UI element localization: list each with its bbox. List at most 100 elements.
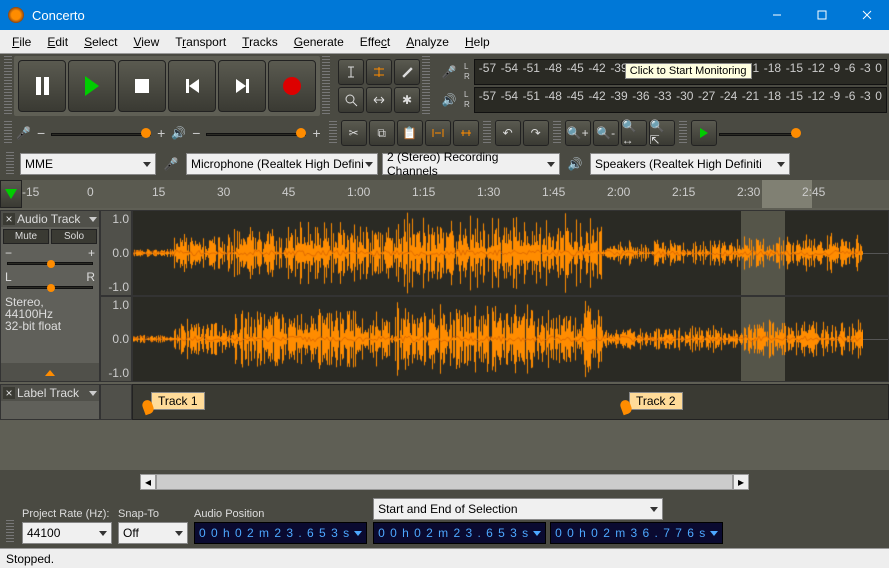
copy-button[interactable]: ⧉ [369,120,395,146]
label-text[interactable]: Track 1 [151,392,205,410]
app-icon [8,7,24,23]
toolbar-grip[interactable] [422,56,430,116]
scroll-left-button[interactable]: ◂ [140,474,156,490]
toolbar-grip[interactable] [6,520,14,544]
label-gutter [100,384,132,420]
label-text[interactable]: Track 2 [629,392,683,410]
timeline-ruler[interactable]: -1501530451:001:151:301:452:002:152:302:… [22,180,889,208]
toolbar-grip[interactable] [4,56,12,116]
snap-to-select[interactable]: Off [118,522,188,544]
gain-slider[interactable] [7,262,93,268]
toolbar-grip[interactable] [679,121,687,145]
fit-project-button[interactable]: 🔍⇱ [649,120,675,146]
menu-file[interactable]: File [4,32,39,52]
recording-device-select[interactable]: Microphone (Realtek High Defini [186,153,378,175]
waveform-left[interactable] [132,210,889,296]
toolbar-grip[interactable] [322,56,330,116]
track-close-button[interactable]: × [3,213,15,225]
audio-host-select[interactable]: MME [20,153,156,175]
selection-toolbar: Project Rate (Hz): 44100 Snap-To Off Aud… [0,494,889,548]
menu-generate[interactable]: Generate [286,32,352,52]
playback-volume-slider[interactable] [206,123,306,143]
zoom-tool[interactable] [338,87,364,113]
menu-transport[interactable]: Transport [167,32,234,52]
snap-to-label: Snap-To [118,508,188,520]
toolbar-grip[interactable] [6,152,14,176]
horizontal-scrollbar[interactable]: ◂ ▸ [140,474,749,490]
zoom-out-button[interactable]: 🔍- [593,120,619,146]
label-track: × Label Track Track 1 Track 2 [0,384,889,420]
track-collapse-button[interactable] [1,363,99,381]
menu-select[interactable]: Select [76,32,125,52]
audio-position-field[interactable]: 0 0 h 0 2 m 2 3 . 6 5 3 s [194,522,367,544]
skip-end-button[interactable] [218,60,266,112]
redo-button[interactable]: ↷ [523,120,549,146]
vertical-scale[interactable]: 1.00.0-1.0 [100,210,132,296]
project-rate-select[interactable]: 44100 [22,522,112,544]
recording-meter[interactable]: -57-54-51-48-45-42-39-36-33-30-27-24-21-… [474,59,887,85]
timeshift-tool[interactable] [366,87,392,113]
maximize-button[interactable] [799,0,844,30]
waveform-right[interactable] [132,296,889,382]
draw-tool[interactable] [394,59,420,85]
selection-tool[interactable] [338,59,364,85]
menu-tracks[interactable]: Tracks [234,32,286,52]
menu-help[interactable]: Help [457,32,498,52]
playback-meter[interactable]: -57-54-51-48-45-42-39-36-33-30-27-24-21-… [474,87,887,113]
selection-start-field[interactable]: 0 0 h 0 2 m 2 3 . 6 5 3 s [373,522,546,544]
silence-button[interactable] [453,120,479,146]
status-bar: Stopped. [0,548,889,568]
track-close-button[interactable]: × [3,387,15,399]
pinned-play-head-button[interactable] [0,180,22,208]
menu-effect[interactable]: Effect [352,32,398,52]
scroll-right-button[interactable]: ▸ [733,474,749,490]
selection-end-field[interactable]: 0 0 h 0 2 m 3 6 . 7 7 6 s [550,522,723,544]
skip-start-button[interactable] [168,60,216,112]
stop-button[interactable] [118,60,166,112]
toolbar-grip[interactable] [4,121,12,145]
cut-button[interactable]: ✂ [341,120,367,146]
project-rate-label: Project Rate (Hz): [22,508,112,520]
label-marker-1[interactable]: Track 1 [143,388,205,414]
pan-slider[interactable] [7,286,93,292]
paste-button[interactable]: 📋 [397,120,423,146]
track-menu-arrow-icon[interactable] [89,217,97,222]
toolbar-grip[interactable] [329,121,337,145]
close-button[interactable] [844,0,889,30]
play-button[interactable] [68,60,116,112]
speaker-meter-icon[interactable]: 🔊 [438,89,460,111]
toolbar-grip[interactable] [553,121,561,145]
trim-button[interactable] [425,120,451,146]
track-menu-arrow-icon[interactable] [89,391,97,396]
vertical-scale[interactable]: 1.00.0-1.0 [100,296,132,382]
menu-view[interactable]: View [125,32,167,52]
selection-mode-select[interactable]: Start and End of Selection [373,498,663,520]
recording-volume-slider[interactable] [51,123,151,143]
envelope-tool[interactable] [366,59,392,85]
play-at-speed-button[interactable] [691,120,717,146]
track-name-menu[interactable]: Label Track [17,386,87,400]
minimize-button[interactable] [754,0,799,30]
meter-lr-labels: LR [464,90,470,110]
playback-device-select[interactable]: Speakers (Realtek High Definiti [590,153,790,175]
track-control-panel: × Label Track [0,384,100,420]
record-button[interactable] [268,60,316,112]
zoom-in-button[interactable]: 🔍+ [565,120,591,146]
recording-channels-select[interactable]: 2 (Stereo) Recording Channels [382,153,560,175]
track-name-menu[interactable]: Audio Track [17,212,87,226]
play-speed-slider[interactable] [719,123,799,143]
label-track-body[interactable]: Track 1 Track 2 [132,384,889,420]
undo-button[interactable]: ↶ [495,120,521,146]
menu-analyze[interactable]: Analyze [398,32,457,52]
label-marker-2[interactable]: Track 2 [621,388,683,414]
mute-button[interactable]: Mute [3,229,49,244]
mic-meter-icon[interactable]: 🎤 [438,61,460,83]
toolbar-grip[interactable] [483,121,491,145]
solo-button[interactable]: Solo [51,229,97,244]
multi-tool[interactable]: ✱ [394,87,420,113]
fit-selection-button[interactable]: 🔍↔ [621,120,647,146]
scroll-thumb[interactable] [156,474,733,490]
menu-edit[interactable]: Edit [39,32,76,52]
meter-lr-labels: LR [464,62,470,82]
pause-button[interactable] [18,60,66,112]
